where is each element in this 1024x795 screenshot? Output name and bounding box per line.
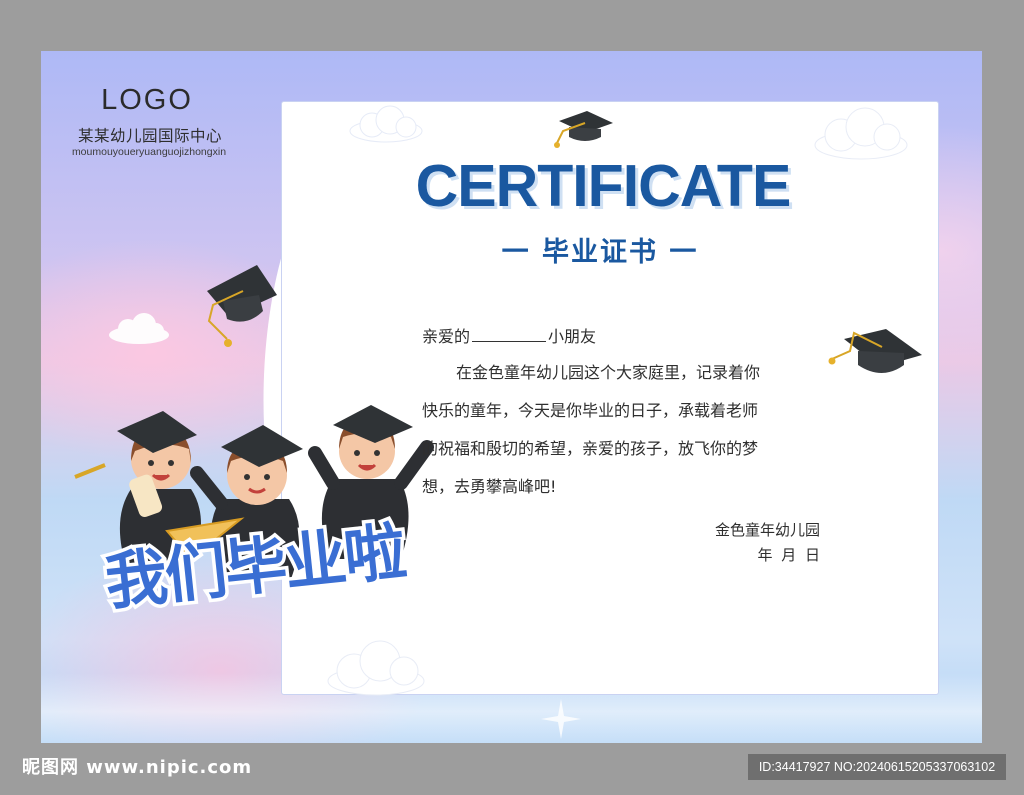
cloud-icon <box>109 313 169 344</box>
message-line: 的祝福和殷切的希望，亲爱的孩子，放飞你的梦 <box>422 439 759 458</box>
graduation-cap-icon <box>554 111 613 148</box>
cloud-icon <box>814 107 908 160</box>
sparkle-icon <box>541 699 581 739</box>
certificate-subtitle: 一 毕业证书 一 <box>501 237 699 268</box>
cloud-icon <box>349 105 423 143</box>
graduation-art-title: 我们毕业啦 <box>98 511 412 622</box>
date-line: 年 月 日 <box>757 546 820 564</box>
site-watermark: 昵图网 www.nipic.com <box>22 757 253 778</box>
signature: 金色童年幼儿园 <box>714 521 820 539</box>
salutation-prefix: 亲爱的 <box>422 327 471 346</box>
school-pinyin: moumouyoueryuanguojizhongxin <box>71 146 227 158</box>
salutation-line: 亲爱的 小朋友 <box>422 318 596 356</box>
certificate-title: CERTIFICATE <box>415 153 792 219</box>
name-blank <box>472 327 547 342</box>
salutation-suffix: 小朋友 <box>548 327 597 346</box>
graduation-cap-icon <box>828 329 922 373</box>
message-line: 快乐的童年，今天是你毕业的日子，承载着老师 <box>422 401 759 420</box>
message-line: 在金色童年幼儿园这个大家庭里，记录着你 <box>456 363 761 382</box>
message-line: 想，去勇攀高峰吧! <box>422 477 557 496</box>
logo-text: LOGO <box>101 84 193 116</box>
art-title-text: 我们毕业啦 <box>102 515 409 619</box>
graduation-cap-icon <box>207 265 277 347</box>
id-watermark: ID:34417927 NO:20240615205337063102 <box>748 754 1006 780</box>
cloud-icon <box>327 640 425 696</box>
school-name: 某某幼儿园国际中心 <box>77 127 222 145</box>
